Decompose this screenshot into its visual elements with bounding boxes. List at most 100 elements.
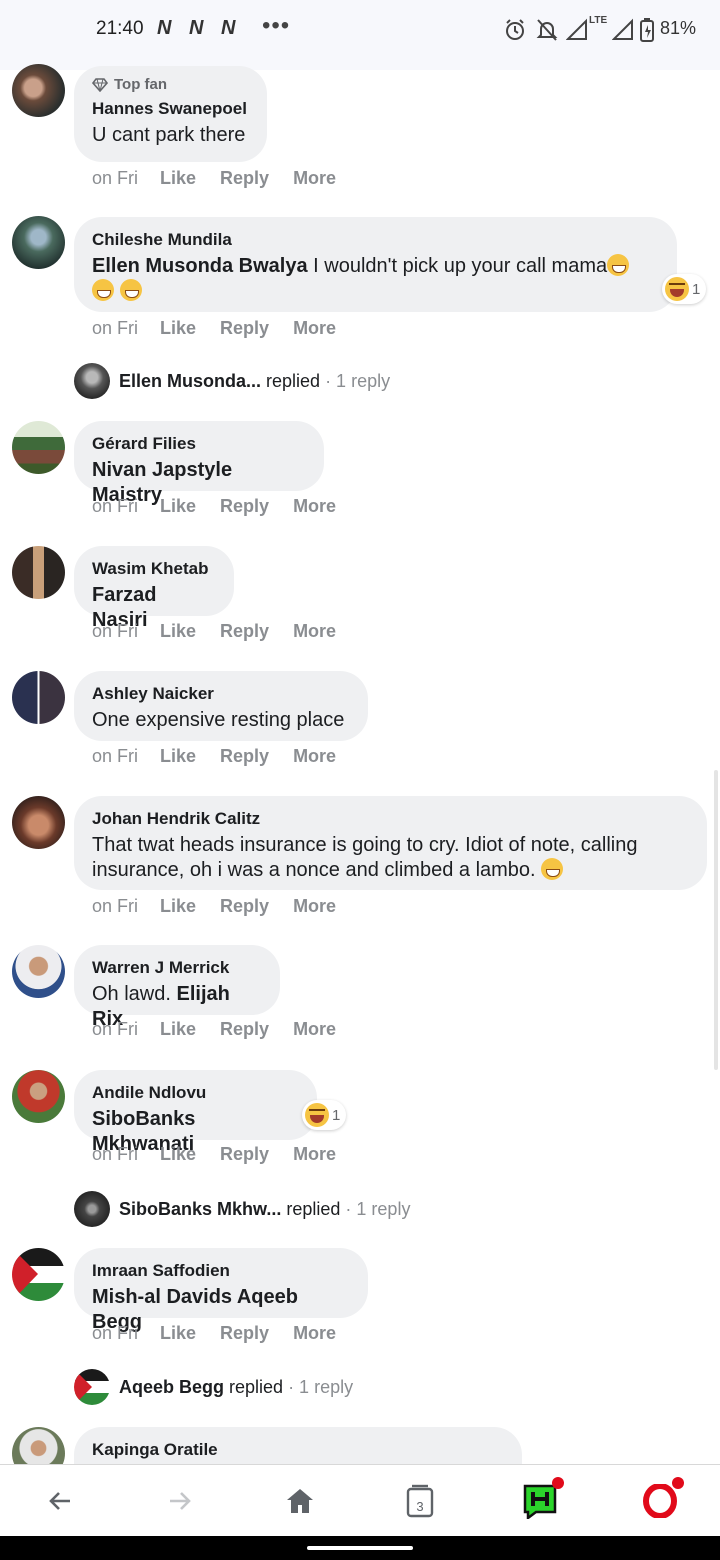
notification-n-icon: N: [221, 17, 235, 39]
comment-actions: on Fri Like Reply More: [92, 318, 360, 339]
comment-author[interactable]: Chileshe Mundila: [92, 229, 659, 251]
avatar[interactable]: [12, 421, 65, 474]
view-replies-link[interactable]: Aqeeb Begg replied · 1 reply: [74, 1369, 353, 1405]
reaction-summary[interactable]: 1: [302, 1100, 347, 1130]
comment-bubble[interactable]: Imraan Saffodien Mish-al Davids Aqeeb Be…: [74, 1248, 368, 1333]
comment-actions: on Fri Like Reply More: [92, 746, 360, 767]
more-button[interactable]: More: [293, 1144, 336, 1165]
avatar[interactable]: [12, 671, 65, 724]
comment-time[interactable]: on Fri: [92, 896, 160, 917]
reply-button[interactable]: Reply: [220, 1323, 269, 1344]
scrollbar[interactable]: [714, 770, 718, 1070]
home-gesture-handle[interactable]: [307, 1546, 413, 1550]
avatar[interactable]: [12, 64, 65, 117]
avatar[interactable]: [12, 1070, 65, 1123]
palestine-flag-avatar[interactable]: [12, 1248, 65, 1301]
view-replies-link[interactable]: SiboBanks Mkhw... replied · 1 reply: [74, 1191, 410, 1227]
reply-button[interactable]: Reply: [220, 621, 269, 642]
like-button[interactable]: Like: [160, 318, 196, 339]
avatar[interactable]: [12, 796, 65, 849]
status-bar: 21:40 N N N ••• LTE 81%: [0, 0, 720, 70]
comment-time[interactable]: on Fri: [92, 1323, 160, 1344]
comment-bubble[interactable]: Warren J Merrick Oh lawd. Elijah Rix: [74, 945, 280, 1030]
more-button[interactable]: More: [293, 621, 336, 642]
reply-button[interactable]: Reply: [220, 496, 269, 517]
avatar: [74, 363, 110, 399]
reply-count: · 1 reply: [345, 1198, 411, 1219]
comment-time[interactable]: on Fri: [92, 1144, 160, 1165]
comment-bubble[interactable]: Top fan Hannes Swanepoel U cant park the…: [74, 66, 267, 162]
reply-button[interactable]: Reply: [220, 168, 269, 189]
view-replies-link[interactable]: Ellen Musonda... replied · 1 reply: [74, 363, 390, 399]
comment-actions: on Fri Like Reply More: [92, 1323, 360, 1344]
comment-author[interactable]: Warren J Merrick: [92, 957, 262, 979]
more-button[interactable]: More: [293, 896, 336, 917]
comment-author[interactable]: Ashley Naicker: [92, 683, 350, 705]
like-button[interactable]: Like: [160, 896, 196, 917]
comment-bubble[interactable]: Chileshe Mundila Ellen Musonda Bwalya I …: [74, 217, 677, 312]
comment-bubble[interactable]: Johan Hendrik Calitz That twat heads ins…: [74, 796, 707, 890]
like-button[interactable]: Like: [160, 496, 196, 517]
reaction-summary[interactable]: 1: [662, 274, 707, 304]
hype-button[interactable]: [518, 1477, 564, 1523]
comment-time[interactable]: on Fri: [92, 168, 160, 189]
tab-count: 3: [416, 1498, 424, 1514]
comment-time[interactable]: on Fri: [92, 1019, 160, 1040]
comment-actions: on Fri Like Reply More: [92, 496, 360, 517]
tabs-button[interactable]: 3: [398, 1479, 442, 1523]
like-button[interactable]: Like: [160, 1323, 196, 1344]
more-button[interactable]: More: [293, 168, 336, 189]
comment-text: U cant park there: [92, 123, 249, 148]
like-button[interactable]: Like: [160, 746, 196, 767]
reply-author: SiboBanks Mkhw...: [119, 1198, 282, 1219]
reply-button[interactable]: Reply: [220, 318, 269, 339]
comment-time[interactable]: on Fri: [92, 621, 160, 642]
comment-author[interactable]: Hannes Swanepoel: [92, 98, 249, 120]
home-button[interactable]: [278, 1479, 322, 1523]
comment-bubble[interactable]: Wasim Khetab Farzad Nasiri: [74, 546, 234, 631]
haha-reaction-icon: [665, 277, 689, 301]
avatar[interactable]: [12, 546, 65, 599]
more-button[interactable]: More: [293, 496, 336, 517]
like-button[interactable]: Like: [160, 1144, 196, 1165]
comment-author[interactable]: Andile Ndlovu: [92, 1082, 299, 1104]
comment-text-part: One expensive resting place: [92, 709, 345, 731]
more-button[interactable]: More: [293, 1323, 336, 1344]
comment-bubble[interactable]: Andile Ndlovu SiboBanks Mkhwanati: [74, 1070, 317, 1155]
comment-author[interactable]: Wasim Khetab: [92, 558, 216, 580]
reply-button[interactable]: Reply: [220, 1019, 269, 1040]
comment-author[interactable]: Imraan Saffodien: [92, 1260, 350, 1282]
more-button[interactable]: More: [293, 1019, 336, 1040]
more-button[interactable]: More: [293, 746, 336, 767]
comment-author[interactable]: Kapinga Oratile: [92, 1439, 504, 1461]
mentioned-user[interactable]: Ellen Musonda Bwalya: [92, 255, 308, 277]
comment-time[interactable]: on Fri: [92, 746, 160, 767]
avatar[interactable]: [12, 216, 65, 269]
battery-percentage: 81%: [660, 18, 697, 38]
more-button[interactable]: More: [293, 318, 336, 339]
forward-button[interactable]: [158, 1479, 202, 1523]
like-button[interactable]: Like: [160, 621, 196, 642]
like-button[interactable]: Like: [160, 168, 196, 189]
reply-button[interactable]: Reply: [220, 1144, 269, 1165]
comment-author[interactable]: Johan Hendrik Calitz: [92, 808, 689, 830]
comment-author[interactable]: Gérard Filies: [92, 433, 306, 455]
avatar[interactable]: [12, 1427, 65, 1464]
gesture-bar: [0, 1536, 720, 1560]
comment-bubble[interactable]: Gérard Filies Nivan Japstyle Maistry: [74, 421, 324, 506]
comment-actions: on Fri Like Reply More: [92, 896, 360, 917]
avatar[interactable]: [12, 945, 65, 998]
back-button[interactable]: [38, 1479, 82, 1523]
comment-time[interactable]: on Fri: [92, 496, 160, 517]
reply-button[interactable]: Reply: [220, 746, 269, 767]
hype-icon: [523, 1484, 557, 1519]
comment-bubble[interactable]: Ashley Naicker One expensive resting pla…: [74, 671, 368, 741]
comment-actions: on Fri Like Reply More: [92, 621, 360, 642]
comment-time[interactable]: on Fri: [92, 318, 160, 339]
like-button[interactable]: Like: [160, 1019, 196, 1040]
reply-button[interactable]: Reply: [220, 896, 269, 917]
opera-menu-button[interactable]: [638, 1477, 684, 1523]
reply-author: Aqeeb Begg: [119, 1376, 225, 1397]
comment-text-part: U cant park there: [92, 124, 246, 146]
comment-bubble[interactable]: Kapinga Oratile: [74, 1427, 522, 1464]
